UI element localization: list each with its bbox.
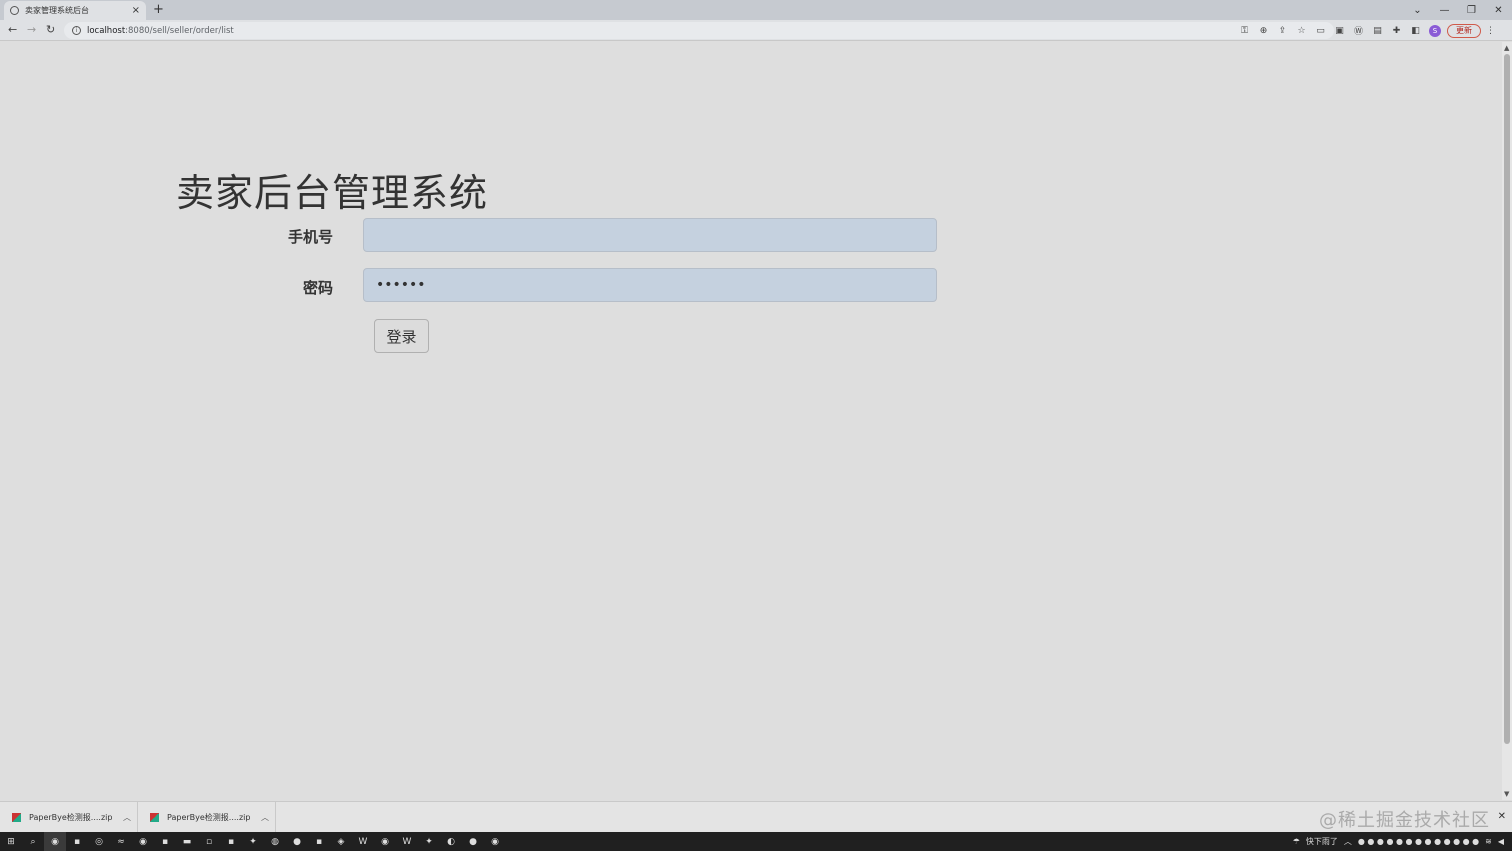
download-name: PaperBye检测报....zip bbox=[167, 813, 251, 822]
app-icon[interactable]: ◈ bbox=[330, 832, 352, 851]
image-icon[interactable]: ▤ bbox=[1368, 26, 1387, 36]
search-icon[interactable]: ⌕ bbox=[22, 832, 44, 851]
app-icon[interactable]: ≈ bbox=[110, 832, 132, 851]
app-icon[interactable]: ▪ bbox=[308, 832, 330, 851]
browser-toolbar: ← → ↻ i localhost:8080/sell/seller/order… bbox=[0, 20, 1512, 41]
folder-icon[interactable]: ▬ bbox=[176, 832, 198, 851]
wps-icon[interactable]: W bbox=[396, 832, 418, 851]
app-icon[interactable]: ▫ bbox=[198, 832, 220, 851]
site-info-icon[interactable]: i bbox=[72, 26, 81, 35]
zip-file-icon bbox=[12, 813, 21, 822]
page-content: 卖家后台管理系统 手机号 密码 登录 bbox=[0, 42, 1502, 800]
password-label: 密码 bbox=[302, 279, 333, 297]
app-icon[interactable]: ◎ bbox=[88, 832, 110, 851]
chrome-icon[interactable]: ◉ bbox=[44, 832, 66, 851]
back-icon[interactable]: ← bbox=[8, 23, 17, 36]
app-icon[interactable]: ▪ bbox=[220, 832, 242, 851]
ide-icon[interactable]: ▪ bbox=[66, 832, 88, 851]
tray-icons[interactable]: ● ● ● ● ● ● ● ● ● ● ● ● ● bbox=[1358, 837, 1479, 846]
app-icon[interactable]: ▪ bbox=[154, 832, 176, 851]
browser-tab[interactable]: 卖家管理系统后台 × bbox=[4, 1, 146, 20]
update-button[interactable]: 更新 bbox=[1447, 23, 1481, 38]
download-shelf: PaperBye检测报....zip ︿ PaperBye检测报....zip … bbox=[0, 801, 1512, 833]
share-icon[interactable]: ⇪ bbox=[1273, 26, 1292, 36]
close-icon[interactable]: ✕ bbox=[1498, 811, 1506, 822]
system-tray: ☂ 快下雨了 ︿ ● ● ● ● ● ● ● ● ● ● ● ● ● ≋ ◀ bbox=[1287, 832, 1504, 851]
app-icon[interactable]: ◉ bbox=[374, 832, 396, 851]
menu-icon[interactable]: ⋮ bbox=[1481, 26, 1500, 36]
profile-avatar[interactable]: S bbox=[1429, 24, 1441, 37]
sidebar-icon[interactable]: ◧ bbox=[1406, 26, 1425, 36]
chat-icon[interactable]: ● bbox=[462, 832, 484, 851]
restore-icon[interactable]: ❐ bbox=[1458, 5, 1485, 16]
app-icon[interactable]: ◍ bbox=[264, 832, 286, 851]
screenshot-icon[interactable]: ▣ bbox=[1330, 26, 1349, 36]
wechat-icon[interactable]: ● bbox=[286, 832, 308, 851]
password-input[interactable] bbox=[363, 268, 937, 302]
minimize-icon[interactable]: — bbox=[1431, 5, 1458, 16]
translate-icon[interactable]: Ⓦ bbox=[1349, 24, 1368, 37]
url-path: :8080/sell/seller/order/list bbox=[125, 25, 234, 36]
scroll-thumb[interactable] bbox=[1504, 54, 1510, 744]
app-icon[interactable]: ◉ bbox=[132, 832, 154, 851]
address-bar[interactable]: i localhost:8080/sell/seller/order/list bbox=[64, 22, 1334, 39]
tab-title: 卖家管理系统后台 bbox=[25, 6, 89, 15]
edge-icon[interactable]: ◐ bbox=[440, 832, 462, 851]
key-icon[interactable]: ⚿ bbox=[1235, 26, 1254, 36]
weather-text[interactable]: 快下雨了 bbox=[1306, 836, 1338, 847]
windows-start-icon[interactable]: ⊞ bbox=[0, 832, 22, 851]
scroll-down-icon[interactable]: ▼ bbox=[1504, 790, 1509, 798]
chevron-up-icon[interactable]: ︿ bbox=[117, 812, 137, 823]
reload-icon[interactable]: ↻ bbox=[46, 23, 55, 36]
download-item[interactable]: PaperBye检测报....zip ︿ bbox=[0, 802, 138, 833]
zoom-icon[interactable]: ⊕ bbox=[1254, 26, 1273, 36]
phone-input[interactable] bbox=[363, 218, 937, 252]
extension-icon[interactable]: ▭ bbox=[1311, 26, 1330, 36]
tray-expand-icon[interactable]: ︿ bbox=[1344, 836, 1352, 847]
globe-icon bbox=[10, 6, 19, 15]
tab-search-icon[interactable]: ⌄ bbox=[1404, 5, 1431, 16]
forward-icon[interactable]: → bbox=[27, 23, 36, 36]
vertical-scrollbar[interactable]: ▲ ▼ bbox=[1502, 42, 1512, 800]
puzzle-icon[interactable]: ✚ bbox=[1387, 26, 1406, 36]
watermark: @稀土掘金技术社区 bbox=[1319, 810, 1490, 831]
url-host: localhost bbox=[87, 25, 126, 36]
download-name: PaperBye检测报....zip bbox=[29, 813, 113, 822]
page-title: 卖家后台管理系统 bbox=[176, 171, 489, 215]
new-tab-button[interactable]: + bbox=[153, 2, 164, 17]
app-icon[interactable]: ✦ bbox=[242, 832, 264, 851]
phone-label: 手机号 bbox=[287, 228, 333, 246]
wifi-icon[interactable]: ≋ bbox=[1485, 837, 1492, 846]
volume-icon[interactable]: ◀ bbox=[1498, 837, 1504, 846]
window-controls: ⌄ — ❐ ✕ bbox=[1404, 0, 1512, 20]
toolbar-icons: ⚿ ⊕ ⇪ ☆ ▭ ▣ Ⓦ ▤ ✚ ◧ S 更新 ⋮ bbox=[1235, 22, 1500, 39]
browser-tab-strip: 卖家管理系统后台 × + ⌄ — ❐ ✕ bbox=[0, 0, 1512, 20]
login-button[interactable]: 登录 bbox=[374, 319, 429, 353]
zip-file-icon bbox=[150, 813, 159, 822]
weather-icon[interactable]: ☂ bbox=[1293, 837, 1300, 846]
tab-close-icon[interactable]: × bbox=[132, 5, 140, 16]
record-icon[interactable]: ◉ bbox=[484, 832, 506, 851]
window-close-icon[interactable]: ✕ bbox=[1485, 5, 1512, 16]
app-icon[interactable]: ✦ bbox=[418, 832, 440, 851]
word-icon[interactable]: W bbox=[352, 832, 374, 851]
bookmark-star-icon[interactable]: ☆ bbox=[1292, 26, 1311, 36]
scroll-up-icon[interactable]: ▲ bbox=[1504, 44, 1509, 52]
download-item[interactable]: PaperBye检测报....zip ︿ bbox=[138, 802, 276, 833]
chevron-up-icon[interactable]: ︿ bbox=[255, 812, 275, 823]
windows-taskbar: ⊞ ⌕ ◉ ▪ ◎ ≈ ◉ ▪ ▬ ▫ ▪ ✦ ◍ ● ▪ ◈ W ◉ W ✦ … bbox=[0, 832, 1512, 851]
